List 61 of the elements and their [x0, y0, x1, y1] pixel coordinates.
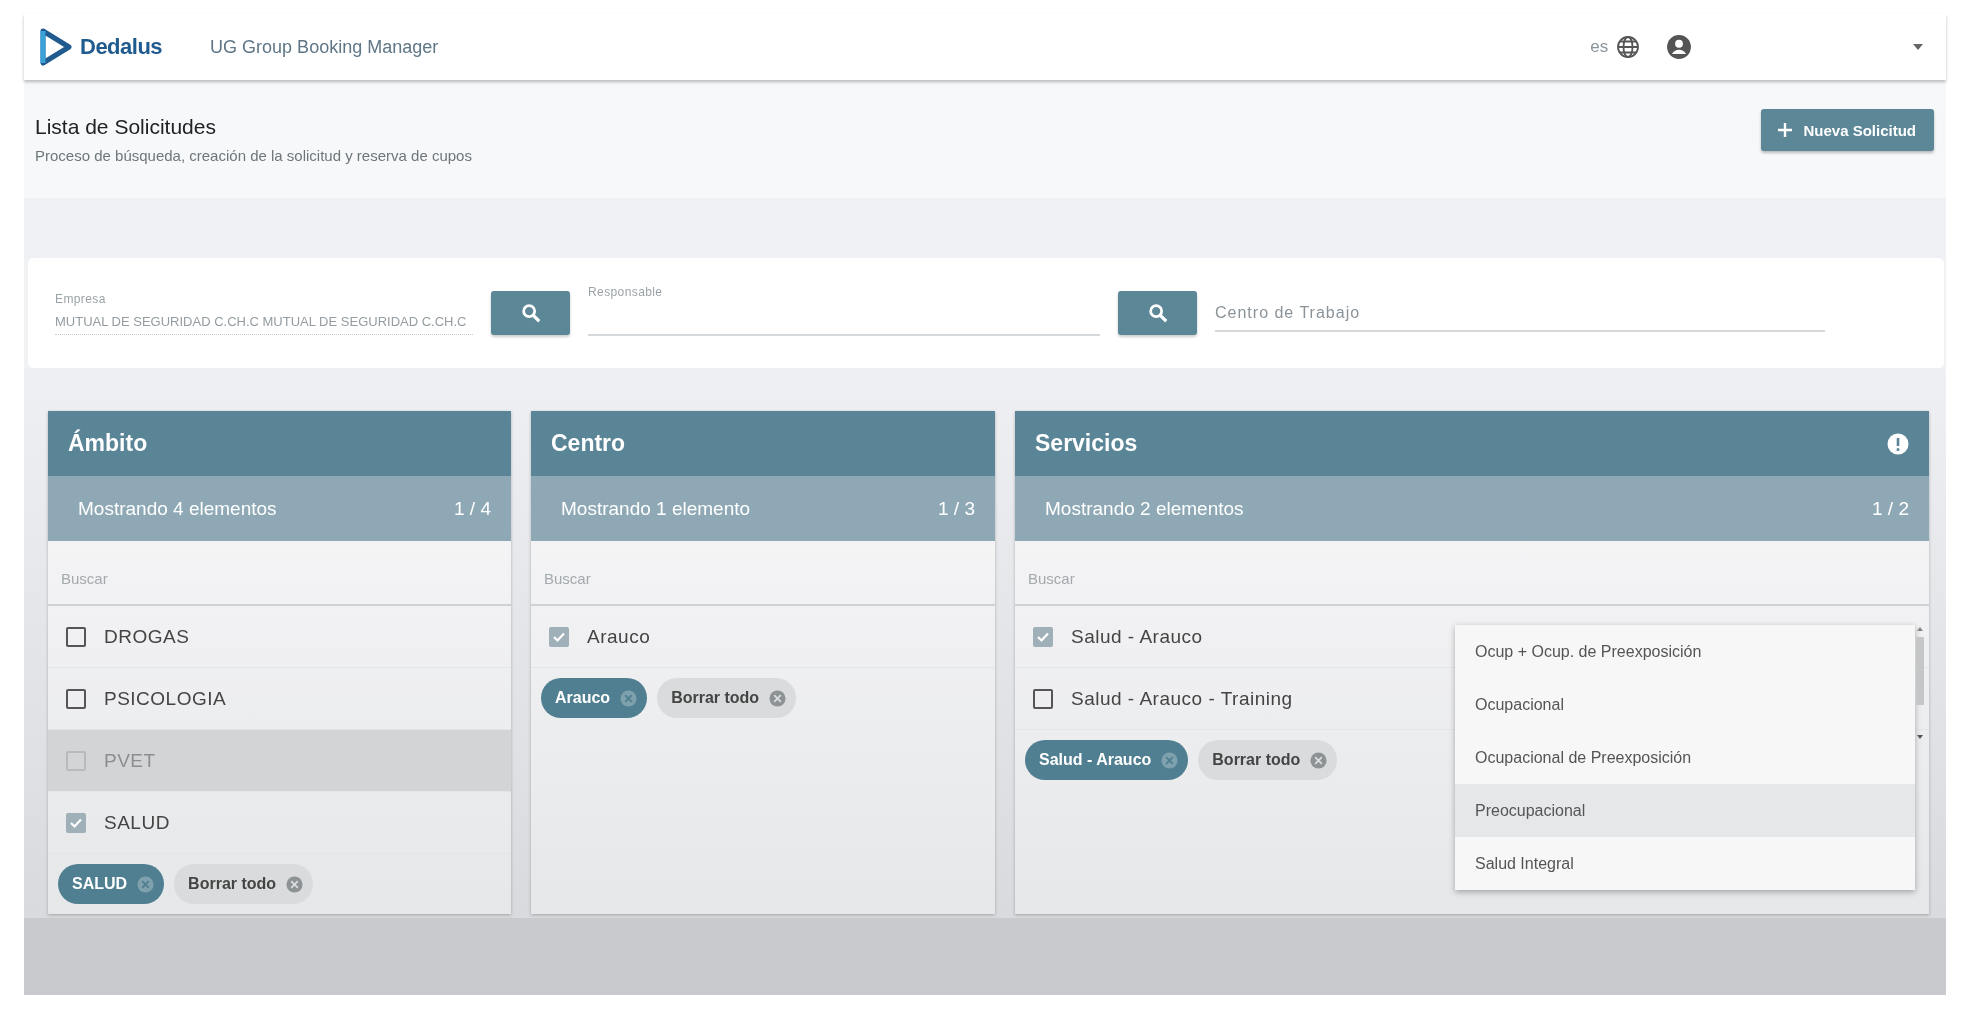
work-center-field[interactable]: Centro de Trabajo — [1215, 300, 1825, 332]
checkbox[interactable] — [66, 688, 86, 709]
panel-summary: Mostrando 4 elementos — [78, 497, 277, 520]
page-title: Lista de Solicitudes — [35, 114, 217, 139]
list-row[interactable]: DROGAS — [48, 606, 511, 668]
search-field[interactable]: Buscar — [531, 541, 995, 606]
selected-chip[interactable]: Arauco — [541, 678, 648, 718]
logo-icon — [40, 28, 72, 66]
row-label: DROGAS — [104, 625, 190, 648]
panel-title: Ámbito — [68, 430, 148, 457]
new-request-button[interactable]: Nueva Solicitud — [1761, 109, 1934, 151]
row-label: PVET — [104, 749, 156, 772]
list-row[interactable]: Arauco — [531, 606, 995, 668]
search-button[interactable] — [491, 291, 570, 335]
search-field[interactable]: Buscar — [48, 541, 511, 606]
brand-name: Dedalus — [80, 34, 163, 60]
panel-counter: 1 / 2 — [1872, 497, 1909, 520]
row-label: Salud - Arauco - Training — [1071, 687, 1293, 710]
plus-icon — [1777, 122, 1794, 138]
user-icon[interactable] — [1666, 34, 1693, 60]
checkbox[interactable] — [1033, 626, 1053, 647]
dropdown-option[interactable]: Preocupacional — [1455, 784, 1915, 837]
panel-counter: 1 / 4 — [454, 497, 491, 520]
row-label: Arauco — [587, 625, 651, 648]
close-icon[interactable] — [1161, 751, 1179, 769]
dropdown-option[interactable]: Ocupacional de Preexposición — [1455, 731, 1915, 784]
dropdown-option[interactable]: Salud Integral — [1455, 837, 1915, 890]
selected-chip[interactable]: SALUD — [58, 864, 165, 904]
clear-all-chip[interactable]: Borrar todo — [1198, 740, 1338, 780]
app-title: UG Group Booking Manager — [210, 36, 439, 58]
row-label: Salud - Arauco — [1071, 625, 1203, 648]
checkbox[interactable] — [66, 812, 86, 833]
checkbox[interactable] — [1033, 688, 1053, 709]
alert-icon[interactable] — [1887, 432, 1909, 455]
row-label: SALUD — [104, 811, 170, 834]
clear-all-chip[interactable]: Borrar todo — [174, 864, 314, 904]
checkbox[interactable] — [66, 626, 86, 647]
search-field[interactable]: Buscar — [1015, 541, 1929, 606]
close-icon[interactable] — [769, 689, 787, 707]
search-icon — [519, 302, 542, 324]
search-icon — [1146, 302, 1169, 324]
panel-title: Servicios — [1035, 430, 1138, 457]
search-button[interactable] — [1118, 291, 1197, 335]
close-icon[interactable] — [1310, 751, 1328, 769]
checkbox[interactable] — [549, 626, 569, 647]
list-row[interactable]: SALUD — [48, 792, 511, 854]
close-icon[interactable] — [286, 875, 304, 893]
panel-summary: Mostrando 2 elementos — [1045, 497, 1244, 520]
panel-counter: 1 / 3 — [938, 497, 975, 520]
globe-icon[interactable] — [1616, 35, 1641, 59]
dropdown-option[interactable]: Ocupacional — [1455, 678, 1915, 731]
close-icon[interactable] — [137, 875, 155, 893]
panel-title: Centro — [551, 430, 626, 457]
row-label: PSICOLOGIA — [104, 687, 227, 710]
panel-summary: Mostrando 1 elemento — [561, 497, 751, 520]
caret-icon[interactable] — [1912, 43, 1924, 51]
dropdown-option[interactable]: Ocup + Ocup. de Preexposición — [1455, 625, 1915, 678]
close-icon[interactable] — [620, 689, 638, 707]
selected-chip[interactable]: Salud - Arauco — [1025, 740, 1189, 780]
page-subtitle: Proceso de búsqueda, creación de la solicitud y reserva de cupos — [35, 146, 473, 164]
clear-all-chip[interactable]: Borrar todo — [657, 678, 797, 718]
